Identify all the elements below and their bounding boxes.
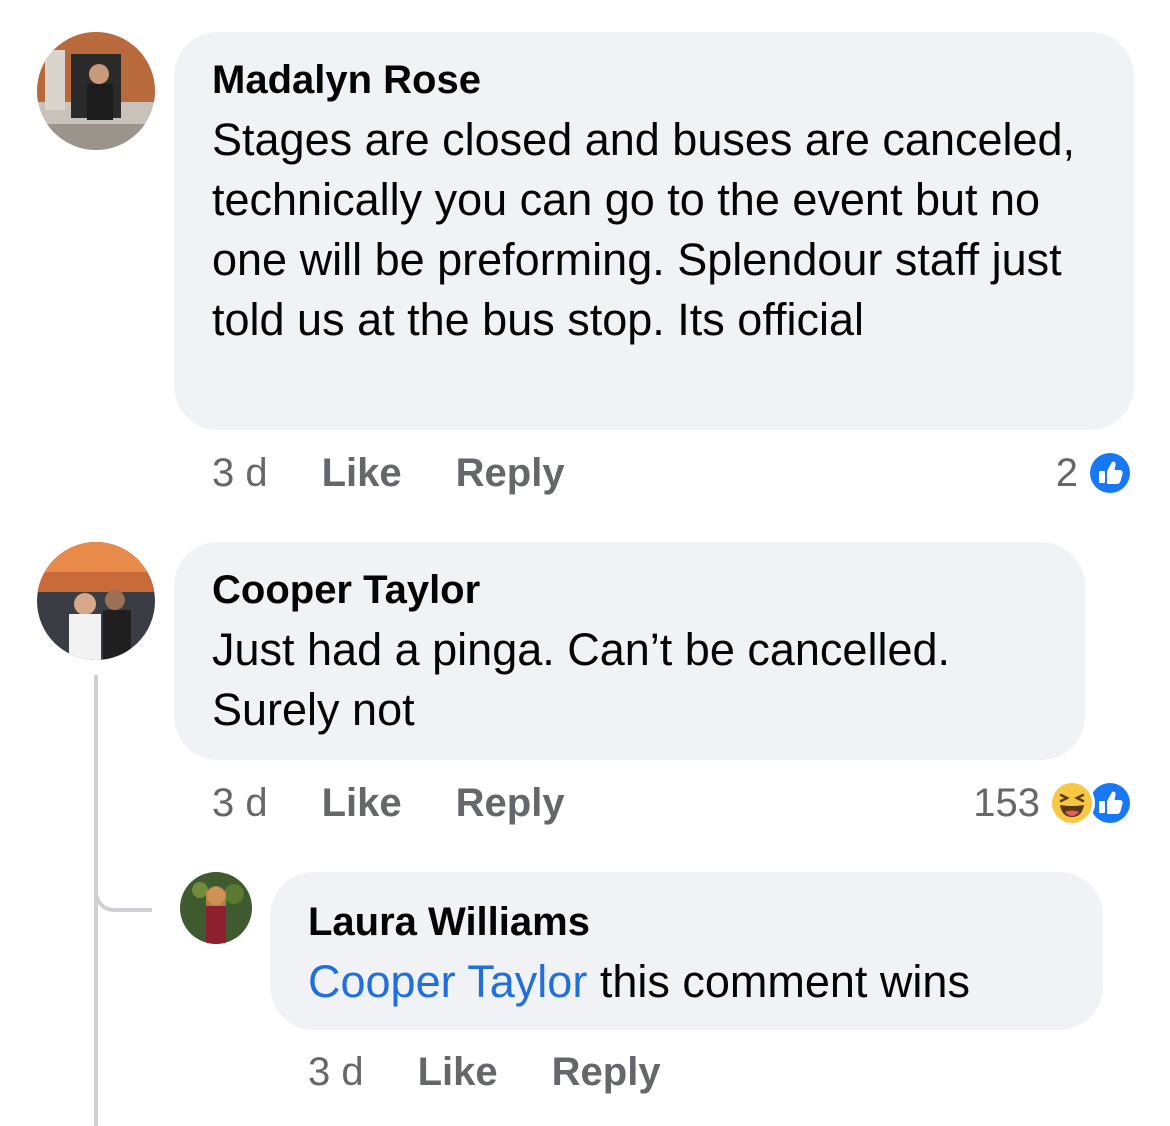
reply-actions: 3 d Like Reply — [308, 1044, 715, 1100]
mention-link[interactable]: Cooper Taylor — [308, 956, 587, 1007]
comment-author[interactable]: Madalyn Rose — [212, 56, 1098, 104]
like-icon — [1087, 450, 1133, 496]
reply-timestamp[interactable]: 3 d — [308, 1050, 364, 1095]
reply-button[interactable]: Reply — [456, 781, 565, 826]
like-button[interactable]: Like — [322, 451, 402, 496]
avatar-laura-williams[interactable] — [180, 872, 252, 944]
reply-button[interactable]: Reply — [456, 451, 565, 496]
reaction-count: 153 — [973, 780, 1040, 825]
comment-actions: 3 d Like Reply — [212, 775, 619, 831]
haha-icon — [1049, 780, 1095, 826]
comment-bubble: Cooper Taylor Just had a pinga. Can’t be… — [174, 542, 1085, 760]
reaction-count: 2 — [1055, 450, 1078, 495]
thread-branch — [94, 872, 152, 912]
reply-text: Cooper Taylor this comment wins — [308, 952, 1067, 1012]
comment-timestamp[interactable]: 3 d — [212, 781, 268, 826]
like-button[interactable]: Like — [418, 1050, 498, 1095]
reaction-summary[interactable]: 2 — [1056, 445, 1134, 501]
comment-actions: 3 d Like Reply — [212, 445, 619, 501]
reply-author[interactable]: Laura Williams — [308, 898, 1067, 946]
comment-timestamp[interactable]: 3 d — [212, 451, 268, 496]
comment-text: Just had a pinga. Can’t be cancelled. Su… — [212, 624, 950, 735]
comment-bubble: Madalyn Rose Stages are closed and buses… — [174, 32, 1134, 430]
comment-text: Stages are closed and buses are canceled… — [212, 114, 1076, 345]
avatar-cooper-taylor[interactable] — [37, 542, 155, 660]
reply-button[interactable]: Reply — [552, 1050, 661, 1095]
comment-author[interactable]: Cooper Taylor — [212, 566, 1049, 614]
reply-text-body: this comment wins — [587, 956, 970, 1007]
reaction-summary[interactable]: 153 — [973, 775, 1134, 831]
reply-bubble: Laura Williams Cooper Taylor this commen… — [270, 872, 1103, 1030]
avatar-madalyn-rose[interactable] — [37, 32, 155, 150]
like-button[interactable]: Like — [322, 781, 402, 826]
